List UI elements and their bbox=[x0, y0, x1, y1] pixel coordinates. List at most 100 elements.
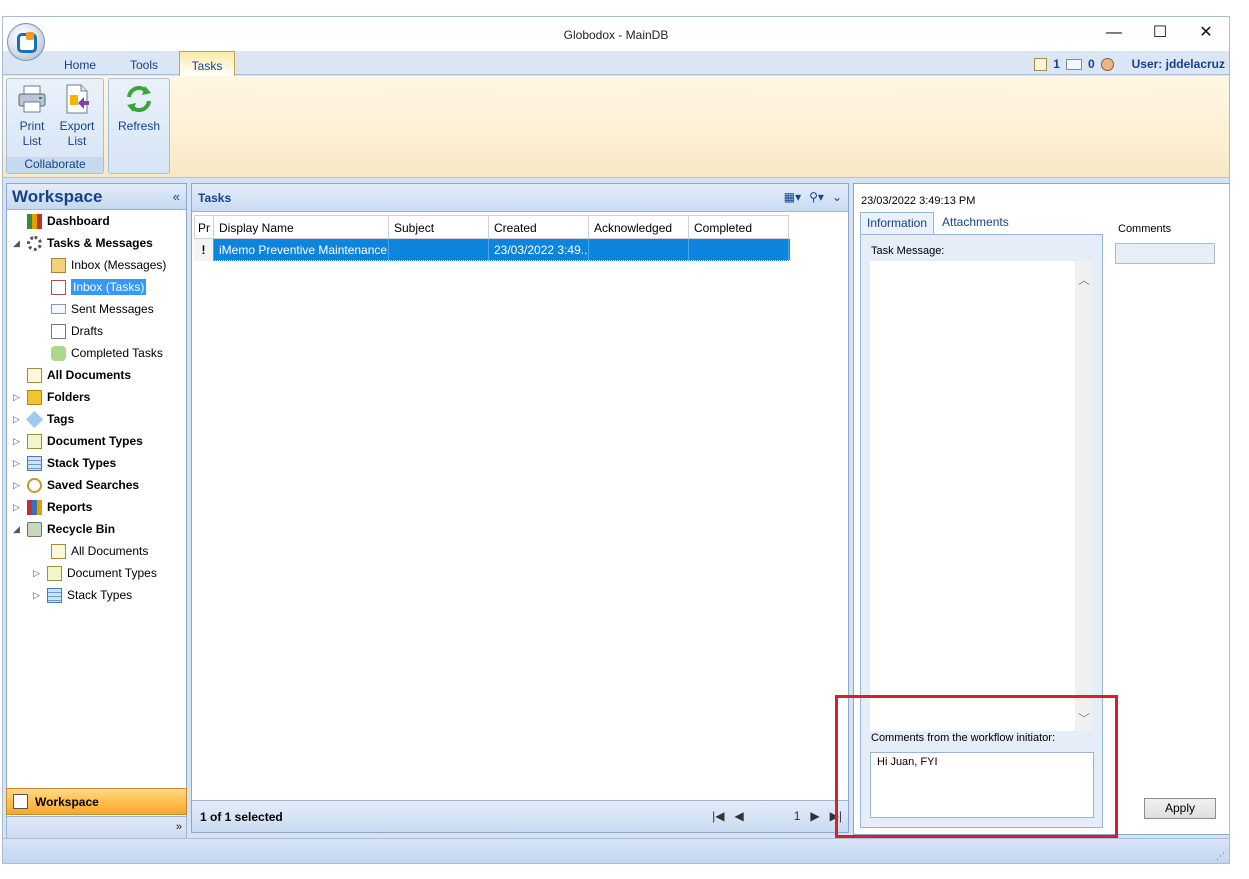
thumbs-up-icon bbox=[51, 345, 66, 361]
tab-attachments[interactable]: Attachments bbox=[936, 212, 1015, 234]
tag-icon bbox=[26, 410, 43, 428]
column-acknowledged[interactable]: Acknowledged bbox=[589, 215, 689, 239]
tree-item-saved-searches[interactable]: ▷ Saved Searches bbox=[13, 475, 139, 495]
red-highlight-annotation bbox=[835, 695, 1118, 838]
tree-item-bin-document-types[interactable]: ▷ Document Types bbox=[33, 563, 157, 583]
document-type-icon bbox=[27, 433, 42, 449]
close-button[interactable]: ✕ bbox=[1183, 19, 1229, 49]
report-chart-icon bbox=[27, 499, 42, 515]
maximize-button[interactable]: ☐ bbox=[1137, 19, 1183, 49]
tree-item-bin-stack-types[interactable]: ▷ Stack Types bbox=[33, 585, 132, 605]
workspace-nav-label: Workspace bbox=[35, 795, 99, 809]
comments-input[interactable] bbox=[1115, 243, 1215, 264]
user-label[interactable]: User: jddelacruz bbox=[1132, 57, 1225, 71]
expand-down-icon[interactable]: ⌄ bbox=[832, 190, 842, 204]
tree-item-document-types[interactable]: ▷ Document Types bbox=[13, 431, 143, 451]
task-timestamp: 23/03/2022 3:49:13 PM bbox=[861, 195, 976, 207]
scroll-up-icon[interactable]: ︿ bbox=[1078, 271, 1090, 288]
collapsed-arrow-icon[interactable]: ▷ bbox=[33, 568, 42, 579]
apply-button[interactable]: Apply bbox=[1144, 798, 1216, 819]
tasks-footer: 1 of 1 selected |◀ ◀ 1 ▶ ▶| bbox=[192, 800, 848, 832]
minimize-button[interactable]: — bbox=[1091, 19, 1137, 49]
tasks-title: Tasks bbox=[198, 191, 232, 205]
resize-grip-icon[interactable]: ⋰ bbox=[1216, 851, 1225, 862]
workspace-header: Workspace « bbox=[7, 184, 186, 210]
collapsed-arrow-icon[interactable]: ▷ bbox=[13, 414, 22, 425]
tab-information[interactable]: Information bbox=[860, 212, 935, 234]
tasks-grid: Pr Display Name Subject Created Acknowle… bbox=[194, 215, 790, 261]
created-cell: 23/03/2022 3:49... bbox=[489, 239, 589, 261]
tree-item-bin-all-documents[interactable]: All Documents bbox=[37, 541, 148, 561]
print-list-button[interactable]: Print List bbox=[10, 81, 54, 149]
envelope-icon bbox=[51, 304, 66, 314]
column-subject[interactable]: Subject bbox=[389, 215, 489, 239]
comments-label: Comments bbox=[1118, 223, 1172, 235]
gear-icon bbox=[27, 235, 42, 251]
collapsed-arrow-icon[interactable]: ▷ bbox=[33, 590, 42, 601]
table-row[interactable]: ! iMemo Preventive Maintenance 23/03/202… bbox=[194, 239, 790, 261]
tree-item-all-documents[interactable]: All Documents bbox=[13, 365, 131, 385]
tree-item-folders[interactable]: ▷ Folders bbox=[13, 387, 90, 407]
tree-item-reports[interactable]: ▷ Reports bbox=[13, 497, 92, 517]
tab-tools[interactable]: Tools bbox=[119, 55, 169, 75]
ribbon-tabs: Home Tools Tasks 1 0 User: jddelacruz bbox=[3, 51, 1229, 76]
title-bar: Globodox - MainDB — ☐ ✕ bbox=[3, 17, 1229, 51]
search-icon bbox=[27, 477, 42, 493]
status-bar: ⋰ bbox=[3, 838, 1229, 863]
tasks-header: Tasks ▦▾ ⚲▾ ⌄ bbox=[192, 184, 848, 212]
tree-item-completed-tasks[interactable]: Completed Tasks bbox=[37, 343, 163, 363]
column-created[interactable]: Created bbox=[489, 215, 589, 239]
workspace-nav-button[interactable]: Workspace bbox=[6, 788, 187, 815]
recycle-bin-icon bbox=[27, 521, 42, 537]
prev-page-icon[interactable]: ◀ bbox=[734, 809, 743, 823]
group-collaborate: Print List Export List Collaborate bbox=[6, 78, 104, 174]
tree-item-dashboard[interactable]: Dashboard bbox=[13, 211, 110, 231]
draft-pencil-icon bbox=[51, 323, 66, 339]
collapsed-arrow-icon[interactable]: ▷ bbox=[13, 436, 22, 447]
document-icon bbox=[51, 543, 66, 559]
tree-item-drafts[interactable]: Drafts bbox=[37, 321, 103, 341]
next-page-icon[interactable]: ▶ bbox=[810, 809, 819, 823]
tab-tasks[interactable]: Tasks bbox=[179, 51, 235, 76]
refresh-button[interactable]: Refresh bbox=[117, 81, 161, 134]
task-clipboard-icon bbox=[51, 279, 66, 295]
collapsed-arrow-icon[interactable]: ▷ bbox=[13, 502, 22, 513]
status-indicators: 1 0 User: jddelacruz bbox=[1034, 56, 1225, 72]
refresh-label: Refresh bbox=[117, 119, 161, 133]
expanded-arrow-icon[interactable]: ◢ bbox=[13, 524, 22, 535]
dashboard-icon bbox=[27, 213, 42, 229]
column-completed[interactable]: Completed bbox=[689, 215, 789, 239]
first-page-icon[interactable]: |◀ bbox=[712, 809, 724, 823]
collapsed-arrow-icon[interactable]: ▷ bbox=[13, 480, 22, 491]
column-display-name[interactable]: Display Name bbox=[214, 215, 389, 239]
tab-home[interactable]: Home bbox=[55, 55, 105, 75]
column-priority[interactable]: Pr bbox=[194, 215, 214, 239]
task-clipboard-icon[interactable] bbox=[1034, 57, 1048, 71]
export-document-icon bbox=[66, 84, 89, 114]
user-icon bbox=[1100, 57, 1114, 71]
app-menu-orb-icon[interactable] bbox=[7, 23, 45, 61]
pager: |◀ ◀ 1 ▶ ▶| bbox=[712, 809, 842, 823]
scrollbar[interactable]: ︿ ﹀ bbox=[1075, 261, 1092, 731]
document-type-icon bbox=[47, 565, 62, 581]
tree-item-tags[interactable]: ▷ Tags bbox=[13, 409, 74, 429]
tree-item-inbox-messages[interactable]: Inbox (Messages) bbox=[37, 255, 166, 275]
collapse-pane-icon[interactable]: « bbox=[173, 189, 180, 204]
tree-item-inbox-tasks[interactable]: Inbox (Tasks) bbox=[37, 277, 147, 297]
tree-item-recycle-bin[interactable]: ◢ Recycle Bin bbox=[13, 519, 115, 539]
collapsed-arrow-icon[interactable]: ▷ bbox=[13, 392, 22, 403]
export-list-button[interactable]: Export List bbox=[55, 81, 99, 149]
selection-count: 1 of 1 selected bbox=[200, 810, 283, 824]
envelope-icon[interactable] bbox=[1065, 58, 1082, 70]
search-dropdown-icon[interactable]: ⚲▾ bbox=[809, 190, 824, 204]
expanded-arrow-icon[interactable]: ◢ bbox=[13, 238, 22, 249]
tree-item-tasks-messages[interactable]: ◢ Tasks & Messages bbox=[13, 233, 153, 253]
tree-item-stack-types[interactable]: ▷ Stack Types bbox=[13, 453, 116, 473]
priority-cell: ! bbox=[194, 239, 214, 261]
task-message-box[interactable]: ︿ ﹀ bbox=[870, 261, 1092, 731]
completed-cell bbox=[689, 239, 789, 261]
more-nav-chevron-icon[interactable]: » bbox=[176, 821, 182, 833]
tree-item-sent-messages[interactable]: Sent Messages bbox=[37, 299, 154, 319]
view-grid-icon[interactable]: ▦▾ bbox=[784, 190, 801, 204]
collapsed-arrow-icon[interactable]: ▷ bbox=[13, 458, 22, 469]
